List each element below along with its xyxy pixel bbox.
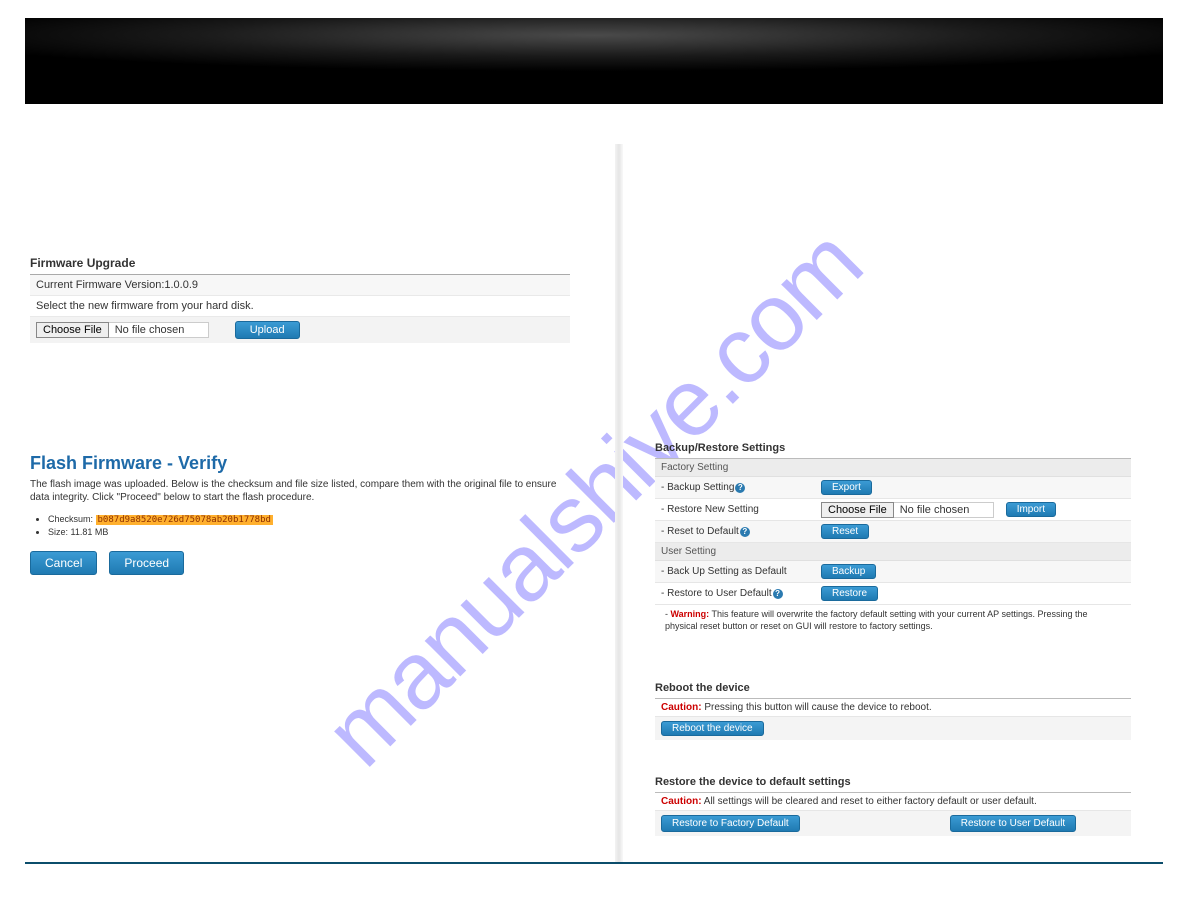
reboot-heading: Reboot the device [655,682,1131,698]
import-button[interactable]: Import [1006,502,1056,517]
restore-new-setting-row: - Restore New Setting Choose File No fil… [655,499,1131,521]
firmware-upgrade-heading: Firmware Upgrade [30,254,570,274]
restore-buttons-row: Restore to Factory Default Restore to Us… [655,811,1131,836]
backup-setting-row: - Backup Setting? Export [655,477,1131,499]
page-divider [615,144,623,862]
export-button[interactable]: Export [821,480,872,495]
warning-row: - Warning: This feature will overwrite t… [655,605,1131,638]
proceed-button[interactable]: Proceed [109,551,184,575]
warning-prefix: Warning: [671,609,710,619]
file-input-wrapper: Choose File No file chosen [36,322,209,338]
flash-verify-description: The flash image was uploaded. Below is t… [30,478,570,504]
caution-text: All settings will be cleared and reset t… [702,796,1037,807]
restore-user-default-button[interactable]: Restore to User Default [950,815,1077,832]
checksum-value: b087d9a8520e726d75078ab20b1778bd [96,515,273,525]
content-area: manualshive.com Firmware Upgrade Current… [25,104,1163,864]
caution-text: Pressing this button will cause the devi… [702,702,932,713]
user-setting-header: User Setting [655,543,1131,561]
flash-firmware-verify-section: Flash Firmware - Verify The flash image … [30,453,570,575]
backup-button[interactable]: Backup [821,564,876,579]
no-file-chosen-text: No file chosen [894,502,994,518]
reboot-button-row: Reboot the device [655,717,1131,740]
restore-defaults-heading: Restore the device to default settings [655,776,1131,792]
no-file-chosen-text: No file chosen [109,322,209,338]
choose-file-button[interactable]: Choose File [36,322,109,338]
backup-restore-section: Backup/Restore Settings Factory Setting … [655,442,1131,638]
choose-file-button[interactable]: Choose File [821,502,894,518]
right-column: Backup/Restore Settings Factory Setting … [655,442,1131,836]
info-icon[interactable]: ? [740,527,750,537]
top-banner [25,18,1163,104]
reboot-section: Reboot the device Caution: Pressing this… [655,682,1131,740]
restore-new-setting-label: - Restore New Setting [661,504,821,515]
backup-restore-heading: Backup/Restore Settings [655,442,1131,458]
reset-to-default-label: - Reset to Default? [661,526,821,537]
reset-button[interactable]: Reset [821,524,869,539]
caution-prefix: Caution: [661,796,702,807]
checksum-item: Checksum: b087d9a8520e726d75078ab20b1778… [48,514,570,525]
checksum-label: Checksum: [48,514,96,524]
restore-button[interactable]: Restore [821,586,878,601]
factory-setting-header: Factory Setting [655,459,1131,477]
cancel-button[interactable]: Cancel [30,551,97,575]
reboot-caution-row: Caution: Pressing this button will cause… [655,699,1131,717]
backup-as-default-label: - Back Up Setting as Default [661,566,821,577]
restore-defaults-section: Restore the device to default settings C… [655,776,1131,836]
file-input-wrapper: Choose File No file chosen [821,502,994,518]
caution-prefix: Caution: [661,702,702,713]
warning-text: This feature will overwrite the factory … [665,609,1088,631]
flash-verify-title: Flash Firmware - Verify [30,453,570,474]
info-icon[interactable]: ? [773,589,783,599]
restore-user-default-row: - Restore to User Default? Restore [655,583,1131,605]
restore-factory-default-button[interactable]: Restore to Factory Default [661,815,800,832]
backup-as-default-row: - Back Up Setting as Default Backup [655,561,1131,583]
restore-caution-row: Caution: All settings will be cleared an… [655,793,1131,811]
flash-verify-list: Checksum: b087d9a8520e726d75078ab20b1778… [48,514,570,537]
firmware-select-prompt: Select the new firmware from your hard d… [30,296,570,317]
restore-user-default-label: - Restore to User Default? [661,588,821,599]
flash-verify-buttons: Cancel Proceed [30,551,570,575]
upload-button[interactable]: Upload [235,321,300,339]
reboot-device-button[interactable]: Reboot the device [661,721,764,736]
firmware-upload-row: Choose File No file chosen Upload [30,317,570,343]
firmware-version-row: Current Firmware Version:1.0.0.9 [30,275,570,296]
size-item: Size: 11.81 MB [48,527,570,537]
left-column: Firmware Upgrade Current Firmware Versio… [30,254,570,575]
info-icon[interactable]: ? [735,483,745,493]
reset-to-default-row: - Reset to Default? Reset [655,521,1131,543]
backup-setting-label: - Backup Setting? [661,482,821,493]
